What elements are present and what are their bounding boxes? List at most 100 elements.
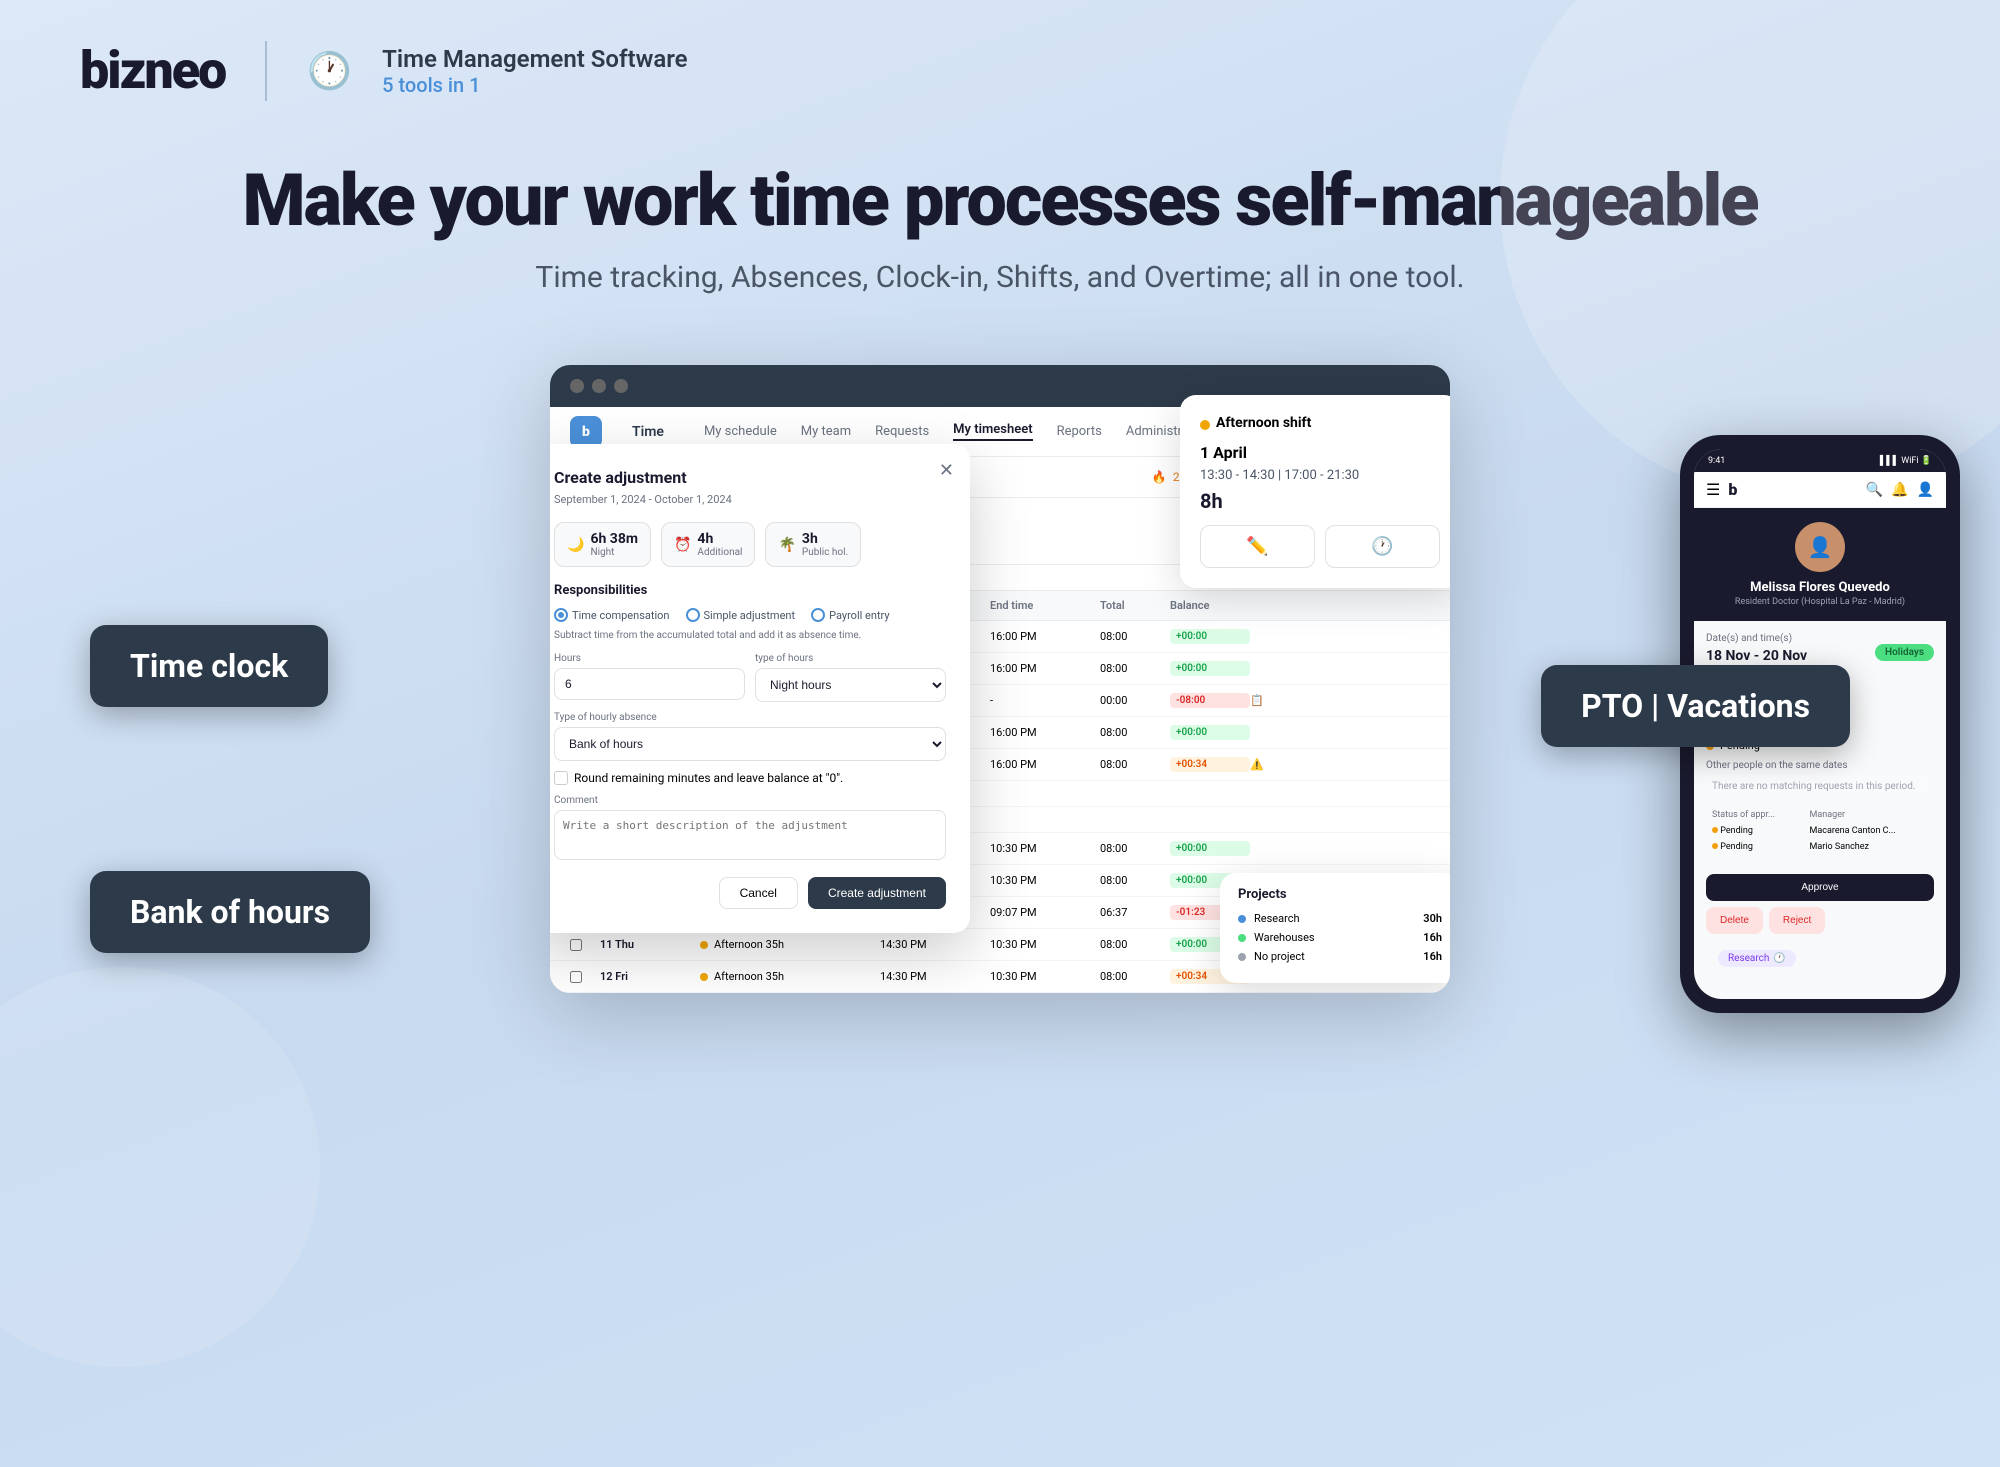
phone-time: 9:41 — [1708, 456, 1725, 466]
round-checkbox[interactable] — [554, 771, 568, 785]
schedule-dot — [700, 941, 708, 949]
others-empty: There are no matching requests in this p… — [1706, 775, 1934, 798]
radio-dot — [554, 608, 568, 622]
research-label: Research — [1728, 953, 1769, 964]
phone-nav: ☰ b 🔍 🔔 👤 — [1694, 472, 1946, 508]
row-check[interactable] — [570, 939, 582, 951]
header-text: Time Management Software 5 tools in 1 — [382, 45, 687, 97]
phone-user-card: 👤 Melissa Flores Quevedo Resident Doctor… — [1694, 508, 1946, 621]
modal-date: September 1, 2024 - October 1, 2024 — [554, 493, 946, 506]
table-header-manager: Manager — [1806, 808, 1932, 822]
end-time: 10:30 PM — [990, 938, 1100, 951]
phone-nav-left: ☰ b — [1706, 480, 1737, 499]
shift-clock-btn[interactable]: 🕐 — [1325, 525, 1440, 568]
pending-dot — [1712, 843, 1718, 849]
total-time: 08:00 — [1100, 874, 1170, 887]
fire-icon: 🔥 — [1152, 470, 1167, 484]
total-time: 08:00 — [1100, 630, 1170, 643]
absence-group: Type of hourly absence Bank of hours — [554, 712, 946, 761]
end-time: - — [990, 694, 1100, 707]
shift-edit-btn[interactable]: ✏️ — [1200, 525, 1315, 568]
browser-dot-red — [570, 379, 584, 393]
col-end: End time — [990, 599, 1100, 612]
nights-val: 6h 38m — [590, 531, 638, 547]
nav-time-label[interactable]: Time — [632, 424, 664, 440]
end-time: 10:30 PM — [990, 842, 1100, 855]
manager-table: Status of appr... Manager Pending Macare… — [1706, 806, 1934, 856]
schedule-cell: Afternoon 35h — [700, 970, 880, 983]
shift-times: 13:30 - 14:30 | 17:00 - 21:30 — [1200, 468, 1440, 483]
end-time: 16:00 PM — [990, 758, 1100, 771]
additional-lbl: Additional — [697, 547, 742, 558]
phone-footer: Approve Delete Reject — [1694, 868, 1946, 940]
shift-actions: ✏️ 🕐 — [1200, 525, 1440, 568]
nav-my-schedule[interactable]: My schedule — [704, 424, 777, 439]
projects-title: Projects — [1238, 887, 1442, 902]
project-dot — [1238, 915, 1246, 923]
shift-name: Afternoon shift — [1216, 415, 1311, 431]
project-name: Research — [1254, 912, 1415, 925]
user-icon[interactable]: 👤 — [1917, 482, 1934, 498]
phone-signal: ▌▌▌ WiFi 🔋 — [1880, 455, 1932, 466]
pto-badge: PTO | Vacations — [1541, 665, 1850, 747]
end-time: 09:07 PM — [990, 906, 1100, 919]
hour-chip-nights: 🌙 6h 38m Night — [554, 522, 651, 567]
reject-btn[interactable]: Reject — [1769, 907, 1825, 934]
type-select[interactable]: Night hours — [755, 668, 946, 702]
holiday-chip: Holidays — [1875, 644, 1934, 661]
nights-lbl: Night — [590, 547, 638, 558]
modal-close-btn[interactable]: ✕ — [939, 460, 954, 481]
project-name: Warehouses — [1254, 931, 1415, 944]
balance-chip: +00:00 — [1170, 629, 1250, 644]
search-icon[interactable]: 🔍 — [1866, 482, 1883, 498]
app-logo: b — [570, 416, 602, 448]
phone-user-role: Resident Doctor (Hospital La Paz - Madri… — [1708, 597, 1932, 607]
row-icon: ⚠️ — [1250, 758, 1310, 771]
nav-my-timesheet[interactable]: My timesheet — [953, 422, 1032, 441]
hours-input[interactable] — [554, 668, 745, 700]
nav-my-team[interactable]: My team — [801, 424, 851, 439]
total-time: 08:00 — [1100, 970, 1170, 983]
modal-title: Create adjustment — [554, 468, 946, 487]
start-time: 14:30 PM — [880, 938, 990, 951]
nav-items: My schedule My team Requests My timeshee… — [704, 422, 1211, 441]
col-actions — [1250, 599, 1310, 612]
table-cell-status2: Pending — [1708, 840, 1804, 854]
end-time: 16:00 PM — [990, 726, 1100, 739]
hamburger-icon[interactable]: ☰ — [1706, 480, 1720, 499]
phone-dates-label: Date(s) and time(s) — [1706, 633, 1807, 644]
delete-btn[interactable]: Delete — [1706, 907, 1763, 934]
radio-simple[interactable]: Simple adjustment — [686, 608, 796, 622]
projects-panel: Projects Research 30h Warehouses 16h No … — [1220, 873, 1450, 983]
phone-action-row: Delete Reject — [1706, 907, 1934, 934]
create-btn[interactable]: Create adjustment — [808, 877, 946, 909]
table-header-status: Status of appr... — [1708, 808, 1804, 822]
helper-text: Subtract time from the accumulated total… — [554, 630, 946, 641]
nav-requests[interactable]: Requests — [875, 424, 929, 439]
nav-reports[interactable]: Reports — [1057, 424, 1102, 439]
approve-btn[interactable]: Approve — [1706, 874, 1934, 901]
project-hours: 16h — [1423, 950, 1442, 963]
radio-label: Payroll entry — [829, 609, 890, 622]
radio-time-comp[interactable]: Time compensation — [554, 608, 670, 622]
balance-chip: +00:00 — [1170, 725, 1250, 740]
end-time: 16:00 PM — [990, 630, 1100, 643]
balance-chip: +00:00 — [1170, 661, 1250, 676]
schedule-dot — [700, 973, 708, 981]
row-check[interactable] — [570, 971, 582, 983]
comment-textarea[interactable] — [554, 810, 946, 860]
absence-select[interactable]: Bank of hours — [554, 727, 946, 761]
bell-icon[interactable]: 🔔 — [1891, 482, 1908, 498]
cancel-btn[interactable]: Cancel — [719, 877, 798, 909]
hour-chip-public: 🌴 3h Public hol. — [765, 522, 861, 567]
balance-chip: +00:00 — [1170, 841, 1250, 856]
end-time: 10:30 PM — [990, 970, 1100, 983]
balance-chip: -08:00 — [1170, 693, 1250, 708]
additional-val: 4h — [697, 531, 742, 547]
comment-label: Comment — [554, 795, 946, 806]
bank-of-hours-badge: Bank of hours — [90, 871, 370, 953]
browser-dot-yellow — [592, 379, 606, 393]
radio-payroll[interactable]: Payroll entry — [811, 608, 890, 622]
total-time: 08:00 — [1100, 938, 1170, 951]
shift-date: 1 April — [1200, 443, 1440, 462]
